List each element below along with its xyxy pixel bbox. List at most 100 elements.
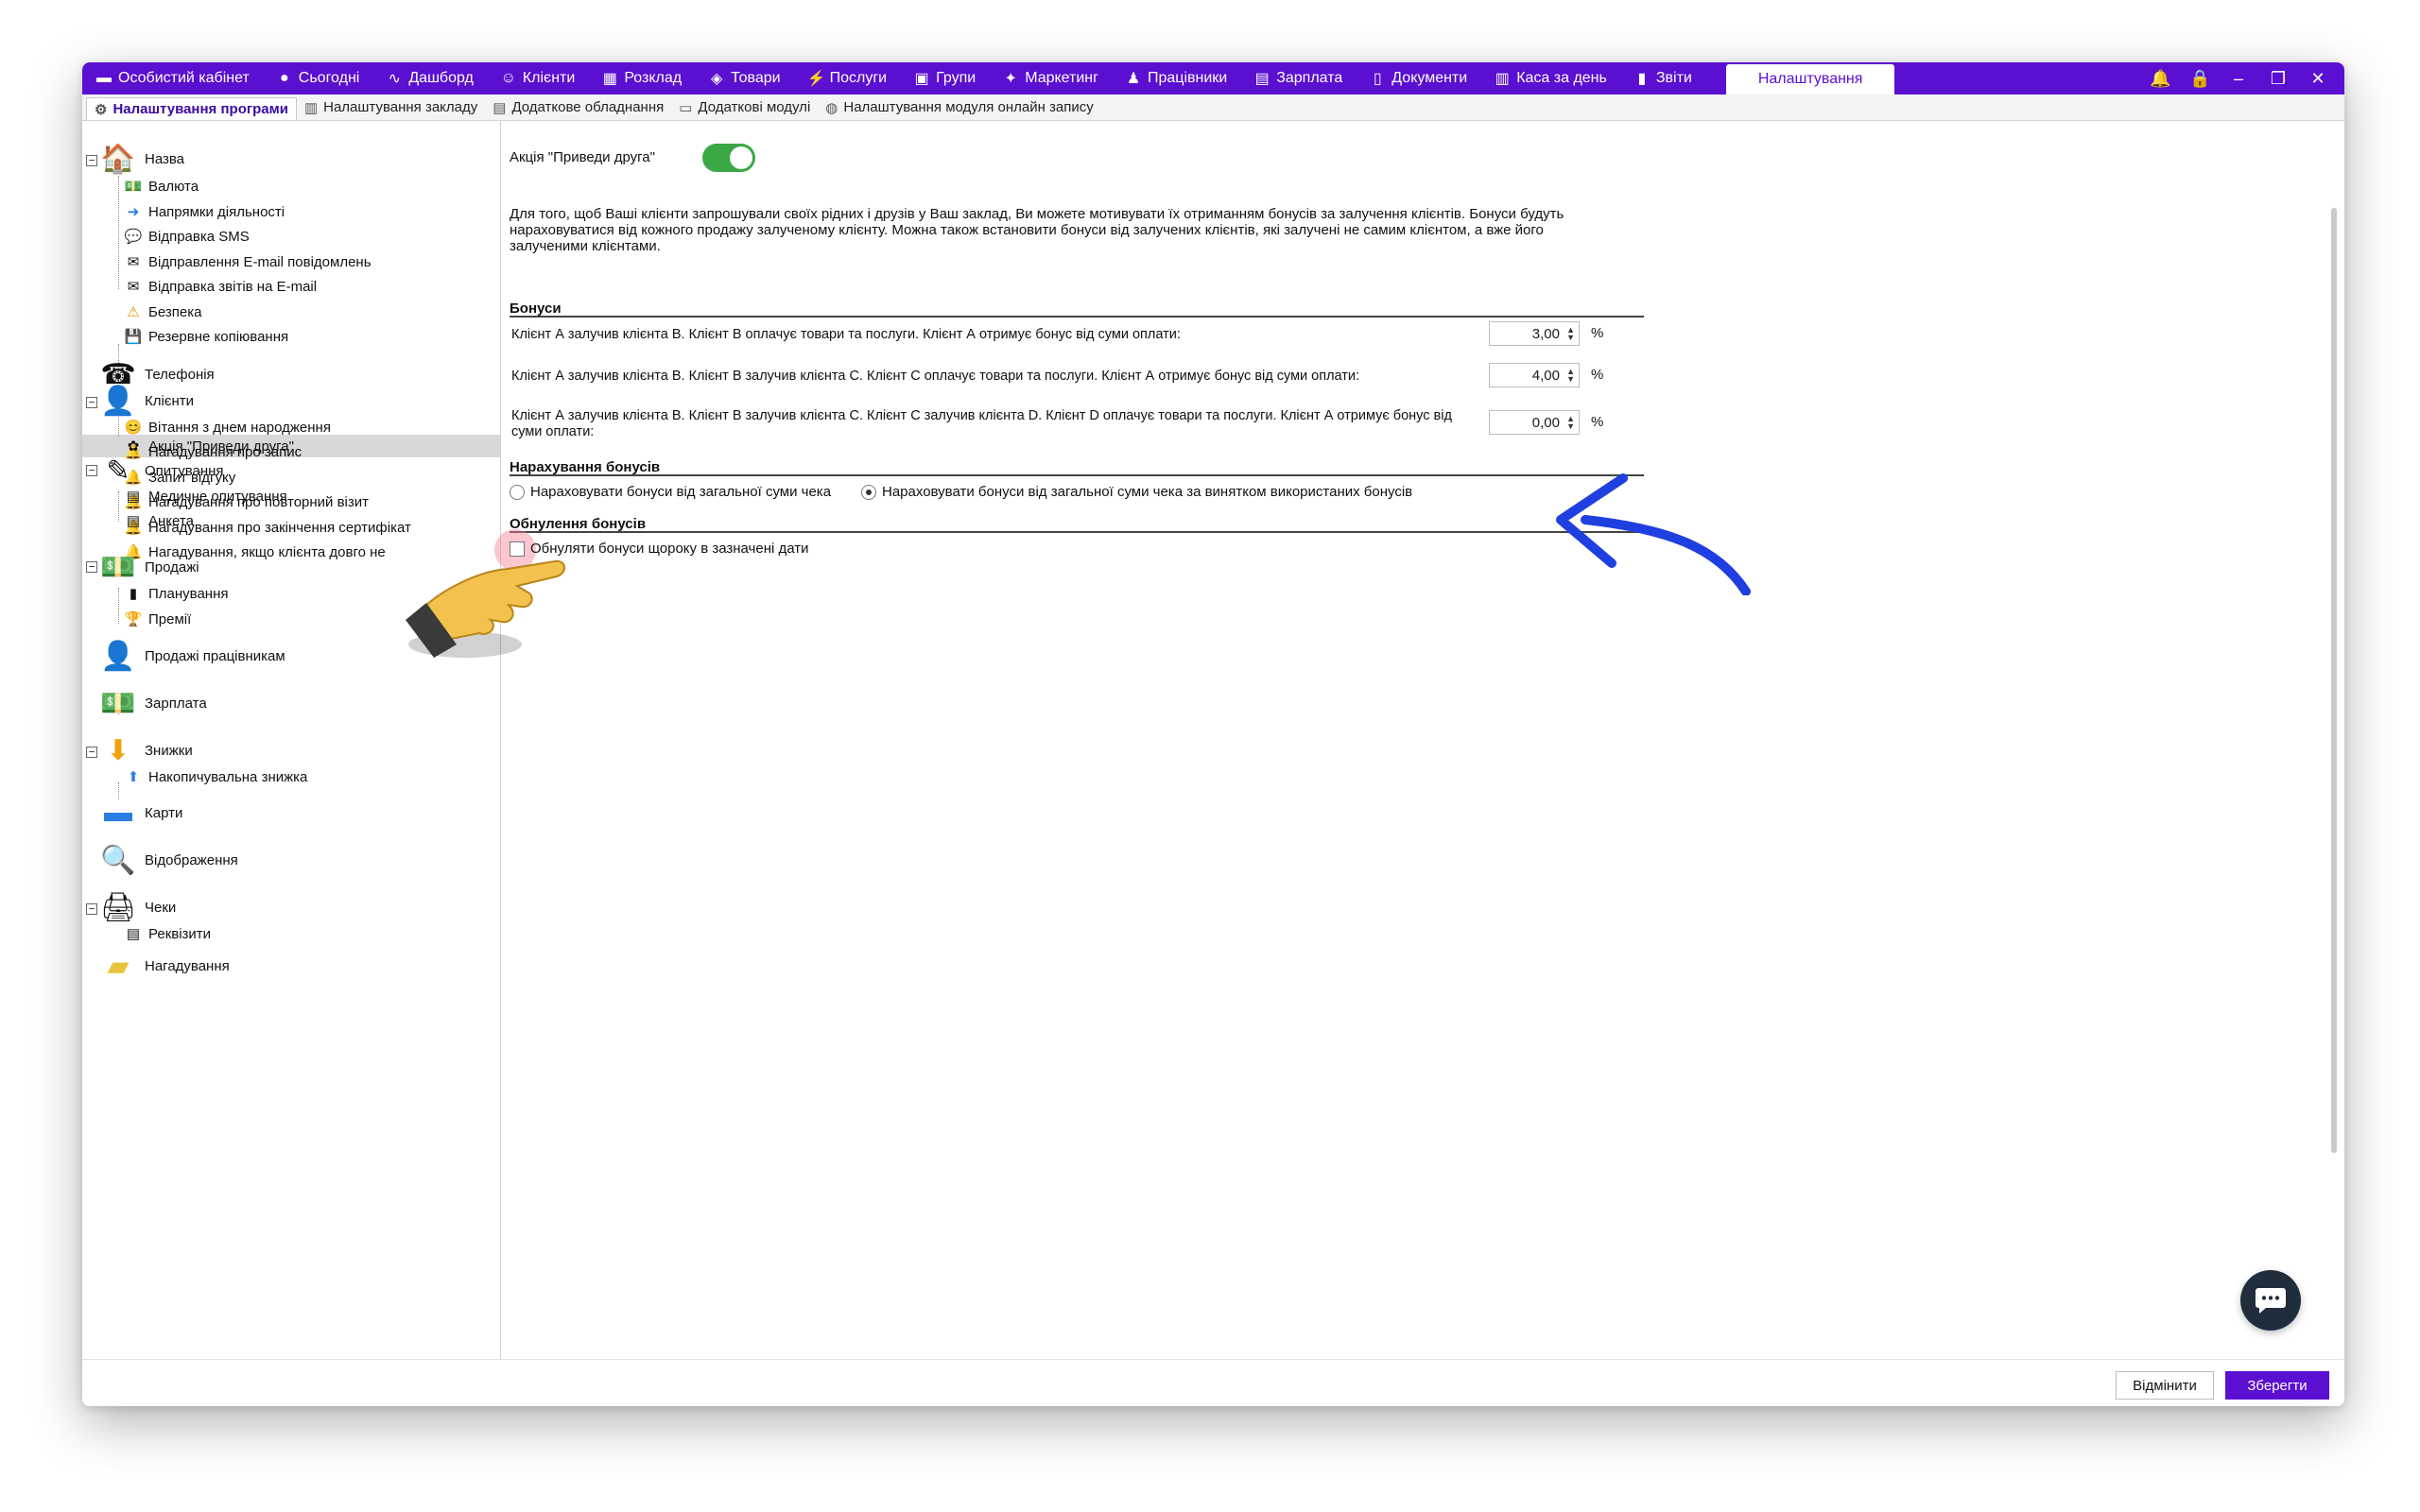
document-icon: ▯: [1373, 71, 1382, 87]
tree-item-nazva[interactable]: 🏠 Назва: [99, 140, 184, 178]
collapse-toggle[interactable]: −: [86, 747, 97, 758]
tree-item-security[interactable]: ⚠ Безпека: [124, 302, 201, 321]
printer-icon: ▤: [493, 99, 507, 116]
nav-label: Звіти: [1655, 70, 1692, 86]
building-icon: ▥: [303, 99, 319, 116]
tab-establishment-settings[interactable]: ▥ Налаштування закладу: [297, 94, 485, 120]
tree-label: Анкета: [148, 512, 194, 529]
nav-salary[interactable]: ▤ Зарплата: [1240, 62, 1356, 94]
reset-yearly-checkbox[interactable]: Обнуляти бонуси щороку в зазначені дати: [510, 541, 809, 557]
nav-cash-day[interactable]: ▥ Каса за день: [1480, 62, 1620, 94]
nav-today[interactable]: ● Сьогодні: [263, 62, 373, 94]
tree-item-planning[interactable]: ▮ Планування: [124, 584, 229, 603]
tree-item-surveys[interactable]: ✎ Опитування: [99, 452, 223, 490]
tree-item-clients[interactable]: 👤 Клієнти: [99, 382, 194, 420]
tree-item-birthday[interactable]: 😊 Вітання з днем народження: [124, 418, 331, 437]
tree-item-questionnaire[interactable]: ▤ Анкета: [124, 511, 194, 530]
collapse-toggle[interactable]: −: [86, 465, 97, 476]
tab-label: Налаштування модуля онлайн запису: [843, 99, 1094, 115]
groups-icon: ▣: [914, 71, 929, 87]
top-navigation-bar: ▬ Особистий кабінет ● Сьогодні ∿ Дашборд ☺ К…: [82, 62, 2344, 94]
nav-label: Товари: [731, 70, 781, 86]
bonus-level3-input[interactable]: 0,00 ▲ ▼: [1489, 410, 1580, 435]
tree-item-salary[interactable]: 💵 Зарплата: [99, 684, 206, 722]
collapse-toggle[interactable]: −: [86, 155, 97, 166]
tree-label: Планування: [148, 585, 229, 602]
radio-accrual-total[interactable]: Нараховувати бонуси від загальної суми ч…: [510, 484, 831, 500]
bar-chart-icon: ▮: [129, 586, 138, 602]
spin-arrows-icon[interactable]: ▲ ▼: [1566, 415, 1575, 431]
spin-arrows-icon[interactable]: ▲ ▼: [1566, 326, 1575, 342]
tree-item-reminders[interactable]: ▰ Нагадування: [99, 947, 229, 985]
tree-item-directions[interactable]: ➜ Напрямки діяльності: [124, 202, 285, 221]
radio-circle: [510, 484, 525, 500]
nav-schedule[interactable]: ▦ Розклад: [588, 62, 695, 94]
spin-arrows-icon[interactable]: ▲ ▼: [1566, 368, 1575, 384]
tree-item-currency[interactable]: 💵 Валюта: [124, 177, 199, 196]
tab-label: Додаткове обладнання: [511, 99, 665, 115]
minimize-icon[interactable]: –: [2229, 69, 2248, 89]
close-icon[interactable]: ✕: [2308, 69, 2327, 89]
nav-documents[interactable]: ▯ Документи: [1356, 62, 1480, 94]
tree-item-reports-email[interactable]: ✉ Відправка звітів на E-mail: [124, 277, 317, 296]
nav-reports[interactable]: ▮ Звіти: [1620, 62, 1705, 94]
nav-label: Документи: [1392, 70, 1468, 86]
section-accrual-title: Нарахування бонусів: [510, 459, 661, 475]
tree-item-sms[interactable]: 💬 Відправка SMS: [124, 227, 250, 246]
nav-goods[interactable]: ◈ Товари: [695, 62, 793, 94]
tree-item-discounts[interactable]: ⬇ Знижки: [99, 731, 192, 769]
save-button[interactable]: Зберегти: [2225, 1371, 2329, 1400]
bonus-level1-input[interactable]: 3,00 ▲ ▼: [1489, 321, 1580, 346]
tree-item-backup[interactable]: 💾 Резервне копіювання: [124, 327, 288, 346]
tree-item-receipts[interactable]: 🖨 Чеки: [99, 888, 176, 926]
tab-additional-modules[interactable]: ▭ Додаткові модулі: [671, 94, 818, 120]
nav-clients[interactable]: ☺ Клієнти: [487, 62, 588, 94]
tree-item-display[interactable]: 🔍 Відображення: [99, 841, 237, 879]
tree-item-requisites[interactable]: ▤ Реквізити: [124, 924, 211, 943]
tree-item-sales[interactable]: 💵 Продажі: [99, 548, 199, 586]
form-icon: ▤: [126, 513, 141, 529]
bell-icon[interactable]: 🔔: [2150, 69, 2170, 89]
nav-staff[interactable]: ♟ Працівники: [1112, 62, 1240, 94]
tree-connector: [118, 588, 119, 624]
nav-marketing[interactable]: ✦ Маркетинг: [989, 62, 1112, 94]
tree-item-cards[interactable]: ▬ Карти: [99, 794, 182, 832]
nav-services[interactable]: ⚡ Послуги: [794, 62, 901, 94]
radio-accrual-except-used[interactable]: Нараховувати бонуси від загальної суми ч…: [861, 484, 1412, 500]
settings-tabs: ⚙ Налаштування програми ▥ Налаштування зак…: [82, 94, 2344, 121]
tree-item-bonuses[interactable]: 🏆 Премії: [124, 610, 192, 628]
tree-label: Карти: [145, 804, 183, 821]
tree-item-staff-sales[interactable]: 👤 Продажі працівникам: [99, 637, 285, 675]
bonus-level2-input[interactable]: 4,00 ▲ ▼: [1489, 363, 1580, 387]
nav-dashboard[interactable]: ∿ Дашборд: [372, 62, 487, 94]
support-chat-button[interactable]: [2240, 1270, 2301, 1331]
cancel-button[interactable]: Відмінити: [2116, 1371, 2214, 1400]
tab-program-settings[interactable]: ⚙ Налаштування програми: [86, 97, 297, 120]
tab-additional-equipment[interactable]: ▤ Додаткове обладнання: [485, 94, 671, 120]
tree-label: Резервне копіювання: [148, 328, 289, 345]
calculator-icon: ▥: [1495, 71, 1510, 87]
collapse-toggle[interactable]: −: [86, 561, 97, 573]
promo-toggle-switch[interactable]: [702, 144, 755, 172]
tree-label: Продажі: [145, 558, 199, 576]
money-icon: 💵: [124, 179, 143, 195]
vertical-scrollbar[interactable]: [2331, 208, 2337, 1153]
section-bonuses-title: Бонуси: [510, 301, 562, 317]
tree-label: Чеки: [145, 899, 177, 916]
tree-item-cumulative-discount[interactable]: ⬆ Накопичувальна знижка: [124, 767, 308, 786]
note-icon: ▰: [107, 950, 130, 982]
tree-item-email[interactable]: ✉ Відправлення E-mail повідомлень: [124, 252, 372, 271]
collapse-toggle[interactable]: −: [86, 903, 97, 915]
nav-personal-cabinet[interactable]: ▬ Особистий кабінет: [82, 62, 263, 94]
tab-label: Налаштування програми: [112, 101, 288, 117]
collapse-toggle[interactable]: −: [86, 397, 97, 408]
lock-icon[interactable]: 🔒: [2189, 69, 2210, 89]
tree-label: Вітання з днем народження: [148, 419, 331, 436]
nav-settings[interactable]: Налаштування: [1725, 64, 1895, 94]
nav-groups[interactable]: ▣ Групи: [900, 62, 989, 94]
tab-online-booking[interactable]: ◍ Налаштування модуля онлайн запису: [818, 94, 1101, 120]
house-icon: 🏠: [100, 143, 136, 175]
chat-icon: 💬: [124, 229, 143, 245]
tree-item-medical-survey[interactable]: ▤ Медичне опитування: [124, 487, 287, 506]
restore-icon[interactable]: ❐: [2269, 69, 2288, 89]
